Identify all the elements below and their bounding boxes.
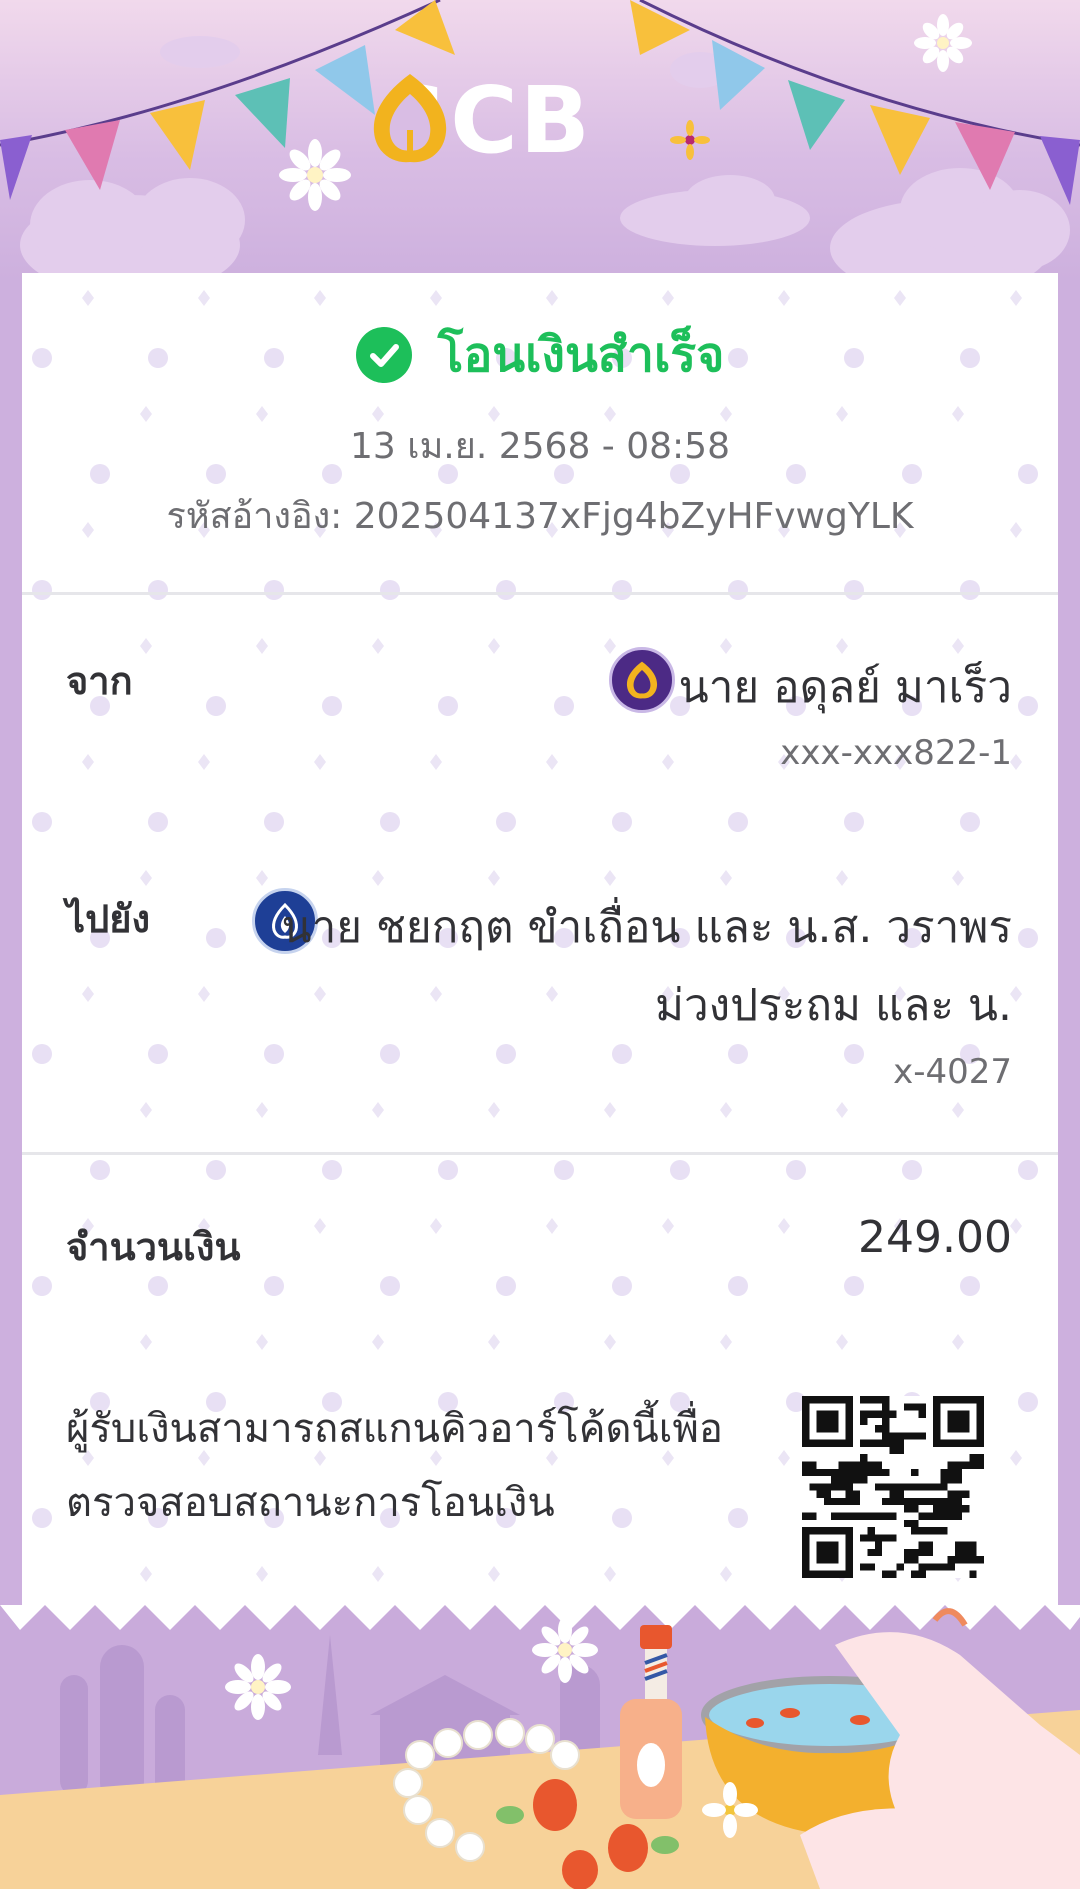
sender-name: นาย อดุลย์ มาเร็ว [678,662,1012,713]
songkran-footer-illustration [0,1605,1080,1889]
scb-bank-icon [609,647,675,713]
sender-account: xxx-xxx822-1 [780,733,1012,773]
from-label: จาก [66,659,133,703]
reference-label: รหัสอ้างอิง: [166,496,343,537]
festive-header: SCB [0,0,1080,280]
reference-value: 202504137xFjg4bZyHFvwgYLK [353,496,914,537]
qr-instruction: ผู้รับเงินสามารถสแกนคิวอาร์โค้ดนี้เพื่อ … [66,1392,746,1540]
status-row: โอนเงินสำเร็จ [0,325,1080,385]
qr-instruction-line1: ผู้รับเงินสามารถสแกนคิวอาร์โค้ดนี้เพื่อ [66,1406,723,1452]
recipient-name-line1: นาย ชยกฤต ขำเถื่อน และ น.ส. วราพร [281,902,1012,953]
recipient-name-line2: ม่วงประถม และ น. [654,980,1012,1031]
divider [22,1152,1058,1155]
amount-label: จำนวนเงิน [66,1225,241,1269]
divider [22,592,1058,595]
scb-logo: SCB [368,67,728,174]
reference-line: รหัสอ้างอิง: 202504137xFjg4bZyHFvwgYLK [0,487,1080,544]
transaction-datetime: 13 เม.ย. 2568 - 08:58 [350,426,730,467]
recipient-account: x-4027 [893,1052,1012,1092]
status-text: โอนเงินสำเร็จ [437,327,725,383]
to-label: ไปยัง [66,897,151,941]
amount-value: 249.00 [858,1212,1012,1263]
qr-code-icon[interactable] [802,1396,984,1578]
qr-instruction-line2: ตรวจสอบสถานะการโอนเงิน [66,1480,555,1526]
scb-lotus-icon [373,74,447,163]
check-circle-icon [355,327,412,383]
